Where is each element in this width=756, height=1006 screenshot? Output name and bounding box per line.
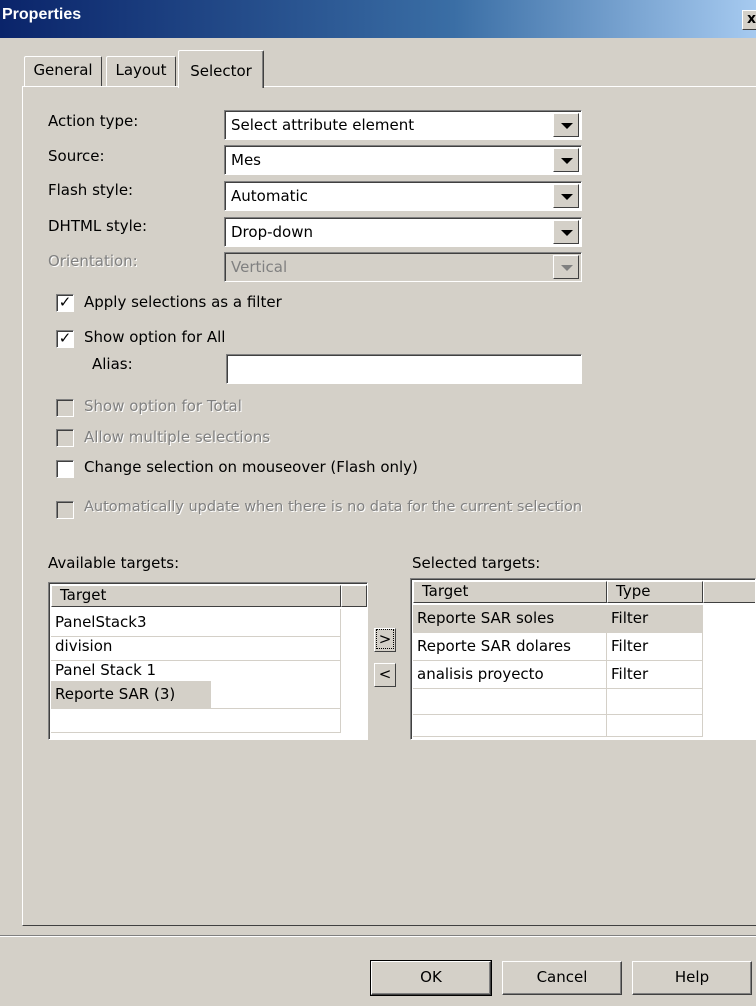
tab-general[interactable]: General <box>24 56 102 86</box>
ok-button[interactable]: OK <box>370 960 492 996</box>
cancel-button[interactable]: Cancel <box>502 961 622 995</box>
tab-selector[interactable]: Selector <box>178 50 264 88</box>
title-bar <box>0 0 756 38</box>
separator <box>0 935 756 937</box>
tab-pane <box>22 86 756 926</box>
help-button[interactable]: Help <box>632 961 752 995</box>
window-title: Properties <box>2 6 82 23</box>
tab-layout[interactable]: Layout <box>106 56 176 86</box>
close-icon[interactable]: x <box>742 10 756 30</box>
